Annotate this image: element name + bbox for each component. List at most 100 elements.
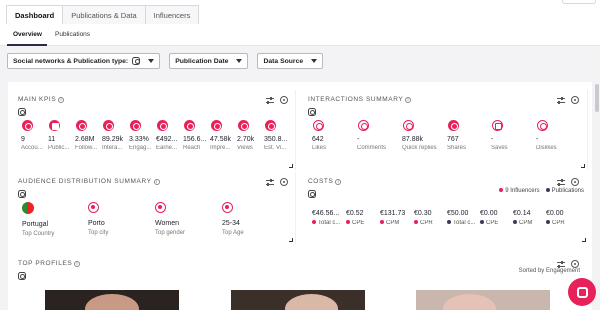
gear-icon[interactable] <box>571 96 579 104</box>
gear-icon[interactable] <box>280 178 288 186</box>
kpi-value: €492... <box>156 136 178 143</box>
cost-label: Total c... <box>447 220 475 226</box>
settings-sliders-icon[interactable] <box>557 178 565 186</box>
audience-value: Portugal <box>22 221 49 228</box>
settings-sliders-icon[interactable] <box>557 96 565 104</box>
info-icon[interactable]: i <box>74 260 81 267</box>
tab-overview[interactable]: Overview <box>13 31 42 38</box>
instagram-icon <box>18 190 26 198</box>
kpi-label: Public... <box>48 145 70 151</box>
audience-title-text: AUDIENCE DISTRIBUTION SUMMARY <box>18 178 152 185</box>
audience-top-country: Portugal Top Country <box>22 202 54 237</box>
audience-distribution-card: AUDIENCE DISTRIBUTION SUMMARY i Portugal T… <box>14 172 296 244</box>
kpi-earned: €492... Earne... <box>156 120 182 151</box>
top-profiles-title: TOP PROFILES i <box>18 260 81 267</box>
kpi-label: Engag... <box>129 145 152 151</box>
card-tools <box>557 178 579 186</box>
kpi-label: Impre... <box>210 145 231 151</box>
top-right-button[interactable] <box>562 0 596 4</box>
profile-thumbnail[interactable] <box>45 290 179 310</box>
profile-thumbnail[interactable] <box>231 290 365 310</box>
user-icon <box>22 120 33 131</box>
card-tools <box>266 178 288 186</box>
info-icon[interactable]: i <box>405 96 412 103</box>
kpi-value: 9 <box>21 136 25 143</box>
interaction-value: 87.88k <box>402 136 424 143</box>
card-tools <box>557 260 579 268</box>
profile-thumbnail[interactable] <box>416 290 550 310</box>
resize-handle[interactable] <box>582 238 586 242</box>
cost-item: €0.00 CPE <box>480 210 498 226</box>
settings-sliders-icon[interactable] <box>266 96 274 104</box>
cost-label-text: Total c... <box>453 220 476 226</box>
kpi-followers: 2.68M Follow... <box>75 120 101 151</box>
social-networks-filter[interactable]: Social networks & Publication type: <box>7 53 161 69</box>
kpi-value: 2.70k <box>237 136 255 143</box>
audience-label: Top city <box>88 230 109 236</box>
publication-date-filter[interactable]: Publication Date <box>169 53 249 69</box>
info-icon[interactable]: i <box>153 178 160 185</box>
gear-icon[interactable] <box>280 96 288 104</box>
instagram-icon <box>308 190 316 198</box>
cost-item: €46.56... Total c... <box>312 210 340 226</box>
interaction-saves: - Saves <box>491 120 531 151</box>
scrollbar[interactable] <box>595 84 599 112</box>
kpi-publications: 11 Public... <box>48 120 74 151</box>
cost-label: CPR <box>414 220 433 226</box>
chevron-down-icon <box>311 59 318 63</box>
info-icon[interactable]: i <box>58 96 65 103</box>
kpi-value: 2.68M <box>75 136 95 143</box>
interaction-label: Comments <box>357 145 387 151</box>
interaction-dislikes: - Dislikes <box>536 120 576 151</box>
card-tools <box>266 96 288 104</box>
kpi-label: Reach <box>183 145 201 151</box>
kpi-accounts: 9 Accou... <box>21 120 47 151</box>
legend-influencers-label: 9 Influencers <box>505 188 540 194</box>
interaction-label: Dislikes <box>536 145 557 151</box>
top-profiles-title-text: TOP PROFILES <box>18 260 73 267</box>
main-kpis-title-text: MAIN KPIs <box>18 96 57 103</box>
tab-publications[interactable]: Publications <box>55 31 90 38</box>
kpi-engagement: 3.33% Engag... <box>129 120 155 151</box>
cost-value: €0.14 <box>513 210 531 217</box>
settings-sliders-icon[interactable] <box>557 260 565 268</box>
settings-sliders-icon[interactable] <box>266 178 274 186</box>
interaction-quick-replies: 87.88k Quick replies <box>402 120 446 151</box>
kpi-views: 2.70k Views <box>237 120 263 151</box>
data-source-filter[interactable]: Data Source <box>257 53 324 69</box>
resize-handle[interactable] <box>289 238 293 242</box>
eye-icon <box>211 120 222 131</box>
kpi-value: 89.29k <box>102 136 124 143</box>
age-icon <box>222 202 233 213</box>
legend-influencers[interactable]: 9 Influencers <box>499 188 540 194</box>
chat-button[interactable] <box>568 278 596 306</box>
kpi-impressions: 47.58k Impre... <box>210 120 236 151</box>
resize-handle[interactable] <box>581 164 585 168</box>
tab-influencers[interactable]: Influencers <box>144 5 200 25</box>
kpi-reach: 156.6... Reach <box>183 120 209 151</box>
gear-icon[interactable] <box>571 260 579 268</box>
interaction-value: - <box>491 136 494 143</box>
tab-publications-data[interactable]: Publications & Data <box>62 5 146 25</box>
cost-label-text: Total c... <box>318 220 341 226</box>
interaction-likes: 642 Likes <box>312 120 352 151</box>
gear-icon[interactable] <box>571 178 579 186</box>
audience-value: 25-34 <box>222 220 240 227</box>
data-source-filter-label: Data Source <box>263 57 304 65</box>
interactions-title: INTERACTIONS SUMMARY i <box>308 96 412 103</box>
cost-label-text: CPR <box>420 220 433 226</box>
cost-label-text: CPM <box>519 220 533 226</box>
resize-handle[interactable] <box>289 164 293 168</box>
info-icon[interactable]: i <box>335 178 342 185</box>
costs-card: COSTS i <box>304 172 588 244</box>
dollar-icon <box>157 120 168 131</box>
tab-dashboard[interactable]: Dashboard <box>6 5 64 25</box>
publication-date-filter-label: Publication Date <box>175 57 229 65</box>
legend-publications[interactable]: Publications <box>545 188 584 194</box>
sort-label[interactable]: Sorted by Engagement <box>519 268 580 274</box>
top-tabs: Dashboard Publications & Data Influencer… <box>6 5 200 25</box>
interaction-value: 767 <box>447 136 459 143</box>
cost-label-text: CPE <box>486 220 499 226</box>
interaction-value: - <box>536 136 539 143</box>
active-tab-indicator <box>7 44 47 46</box>
